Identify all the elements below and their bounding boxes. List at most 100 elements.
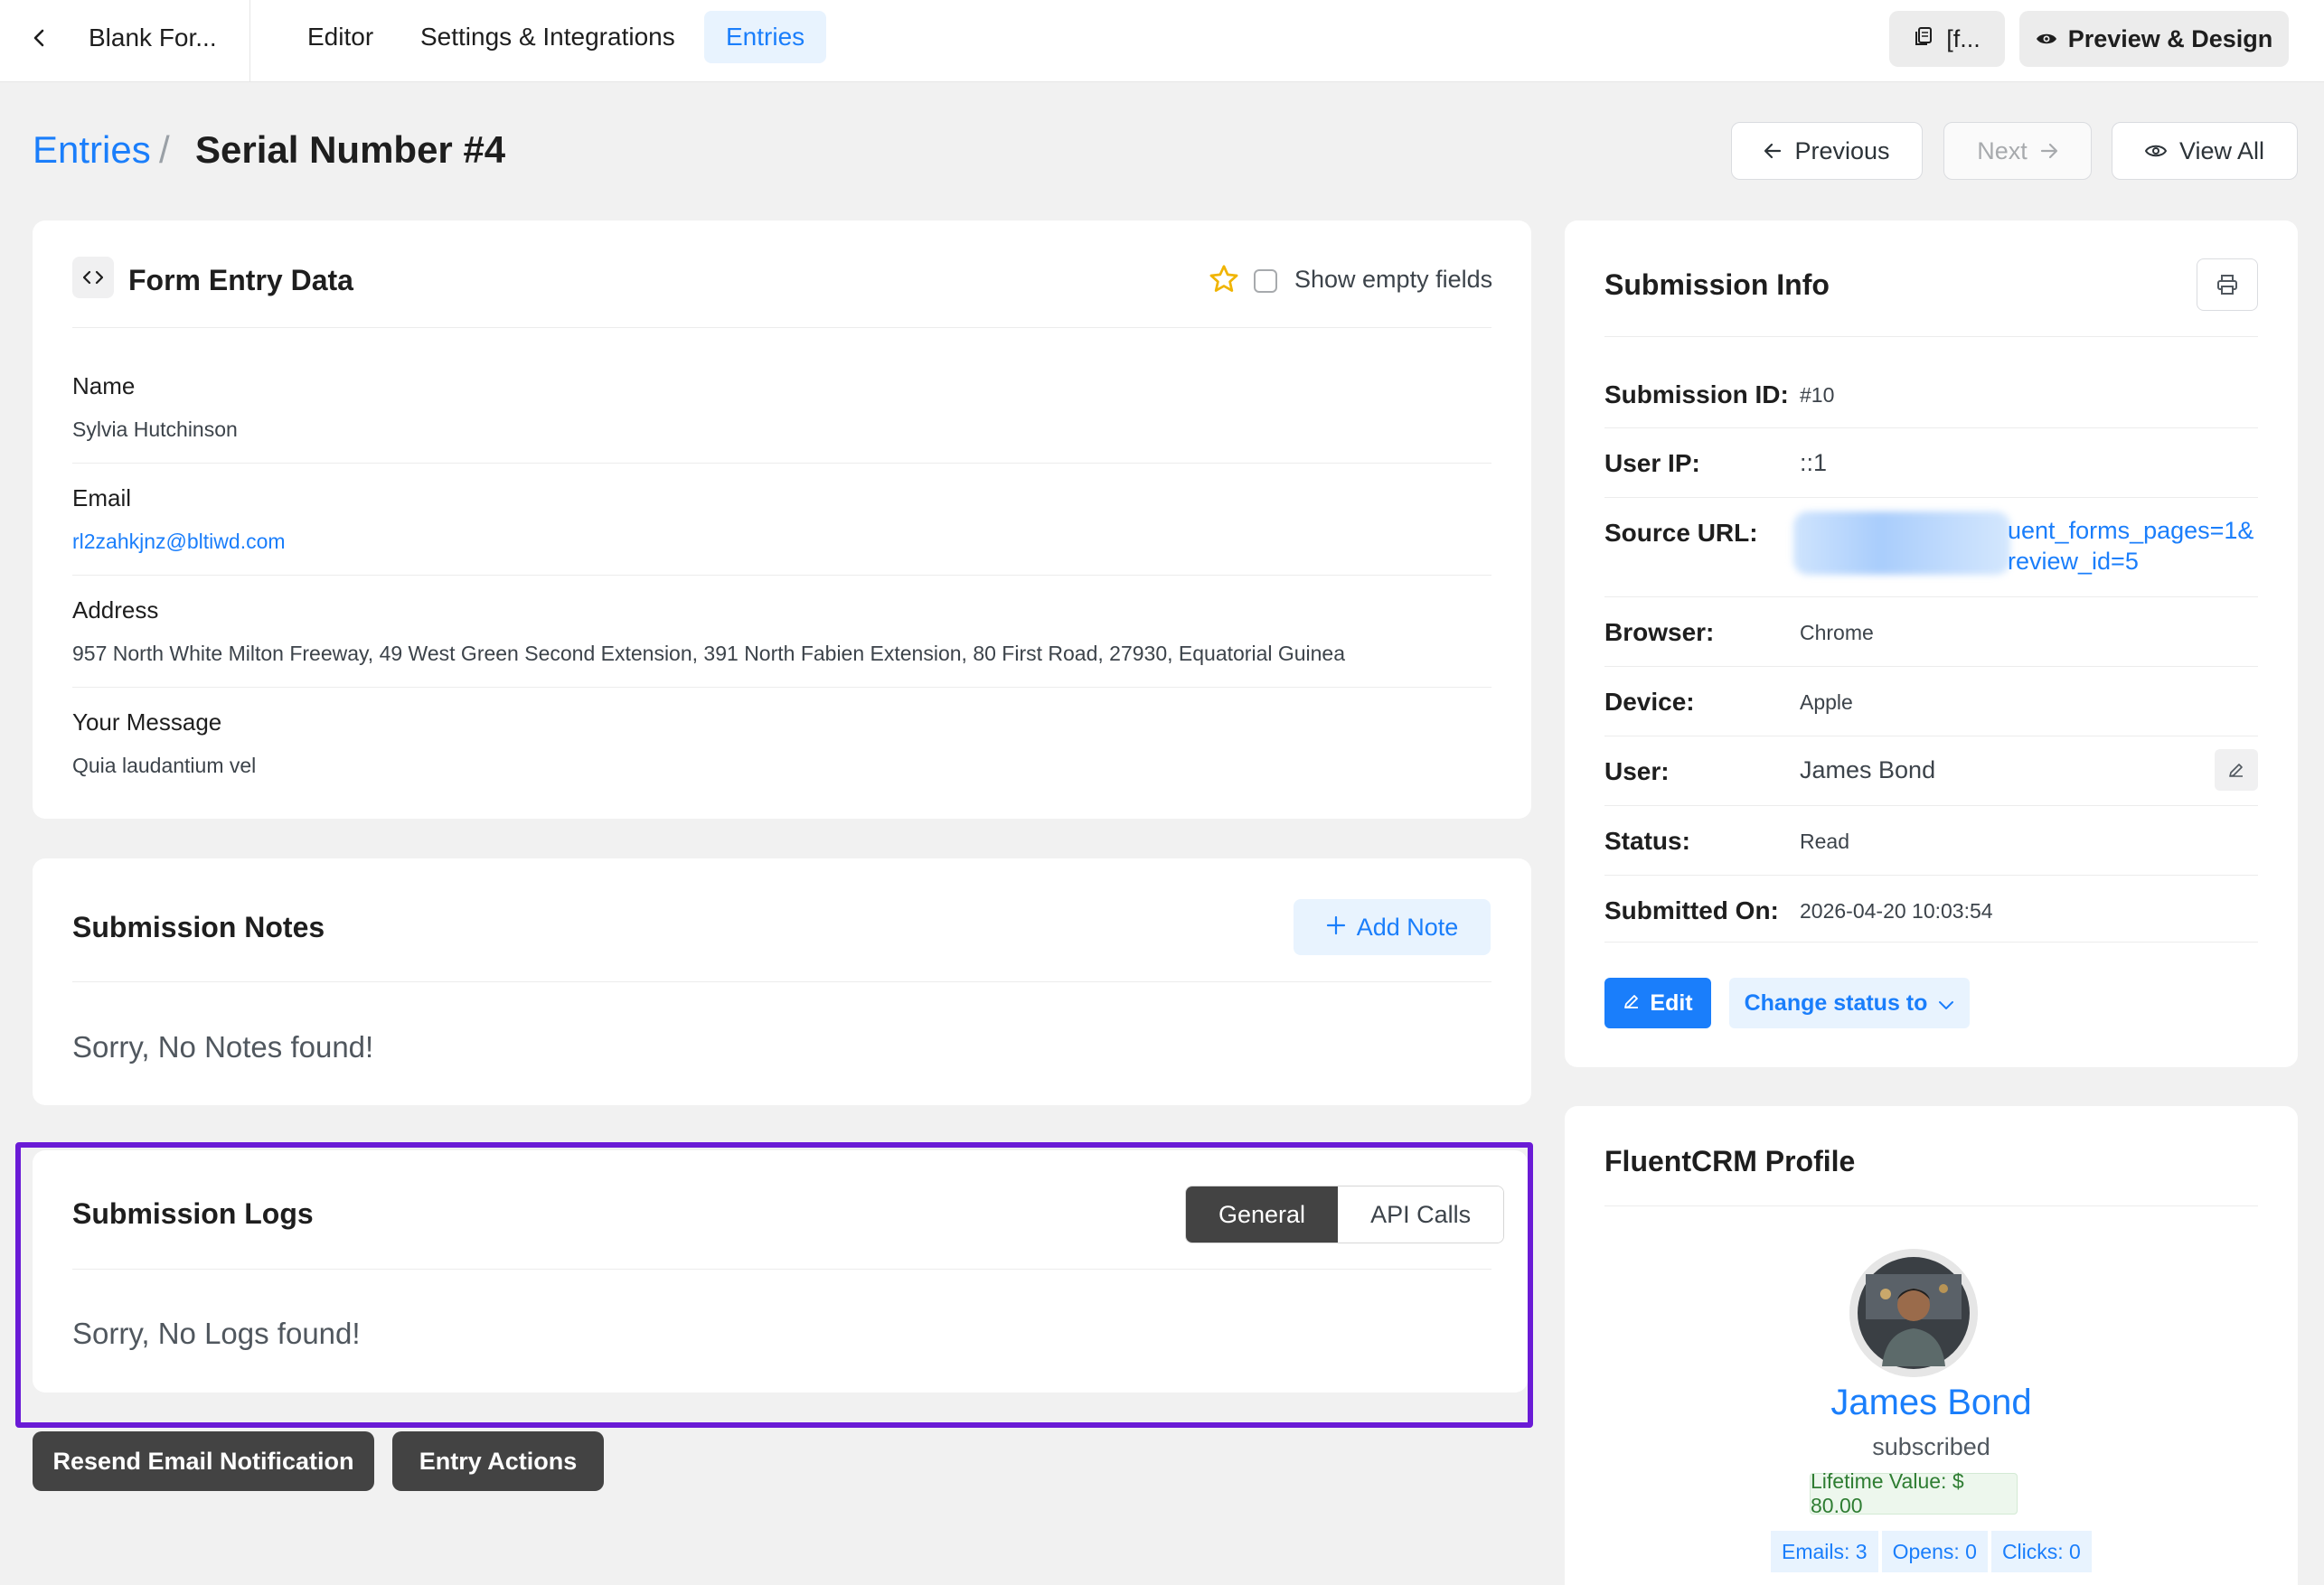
divider	[72, 575, 1491, 576]
eye-icon	[2036, 25, 2057, 53]
info-value-user-ip[interactable]: ::1	[1800, 449, 1827, 477]
print-icon[interactable]	[2197, 258, 2258, 311]
show-empty-fields-checkbox[interactable]	[1254, 269, 1277, 293]
submission-notes-title: Submission Notes	[72, 911, 325, 943]
info-value-submission-id: #10	[1800, 383, 1835, 407]
previous-label: Previous	[1794, 136, 1890, 164]
divider	[1604, 427, 2258, 428]
field-label-email: Email	[72, 484, 132, 511]
top-bar: Blank For... Editor Settings & Integrati…	[0, 0, 2324, 82]
info-label-source-url: Source URL:	[1604, 519, 1758, 547]
form-entry-title: Form Entry Data	[128, 264, 353, 296]
preview-design-button[interactable]: Preview & Design	[2019, 11, 2289, 67]
tab-general[interactable]: General	[1186, 1186, 1339, 1243]
page-title: Serial Number #4	[195, 128, 506, 171]
field-value-address: 957 North White Milton Freeway, 49 West …	[72, 642, 1346, 665]
breadcrumb-separator: /	[159, 128, 170, 171]
divider	[1604, 666, 2258, 667]
crm-stats: Emails: 3 Opens: 0 Clicks: 0	[1771, 1531, 2092, 1572]
divider	[1604, 805, 2258, 806]
back-arrow-icon[interactable]	[20, 18, 60, 58]
submission-logs-title: Submission Logs	[72, 1197, 314, 1230]
view-all-label: View All	[2178, 136, 2265, 164]
change-status-dropdown[interactable]: Change status to	[1729, 978, 1970, 1028]
tab-entries[interactable]: Entries	[704, 11, 827, 63]
eye-icon	[2144, 137, 2168, 165]
code-icon	[72, 257, 114, 298]
arrow-right-icon	[2040, 137, 2058, 165]
resend-email-button[interactable]: Resend Email Notification	[33, 1431, 374, 1491]
avatar	[1849, 1249, 1978, 1377]
blurred-url	[1793, 511, 2010, 575]
edit-label: Edit	[1650, 989, 1693, 1016]
field-value-name: Sylvia Hutchinson	[72, 417, 238, 441]
add-note-label: Add Note	[1356, 913, 1459, 941]
pencil-icon	[1623, 990, 1641, 1017]
clicks-stat: Clicks: 0	[1990, 1531, 2092, 1572]
edit-user-pencil-icon[interactable]	[2215, 749, 2258, 791]
next-button[interactable]: Next	[1943, 122, 2092, 180]
divider	[1604, 875, 2258, 876]
source-url-line-1[interactable]: uent_forms_pages=1&	[2008, 517, 2253, 545]
opens-stat: Opens: 0	[1881, 1531, 1988, 1572]
breadcrumb-entries-link[interactable]: Entries	[33, 128, 151, 172]
view-all-button[interactable]: View All	[2112, 122, 2298, 180]
logs-tab-group: General API Calls	[1185, 1186, 1505, 1243]
source-url-line-2[interactable]: review_id=5	[2008, 548, 2139, 576]
divider	[72, 981, 1491, 982]
chevron-down-icon	[1938, 990, 1954, 1017]
divider	[1604, 942, 2258, 943]
form-entry-card	[33, 220, 1531, 819]
info-label-submission-id: Submission ID:	[1604, 380, 1789, 408]
submission-info-title: Submission Info	[1604, 268, 1830, 301]
star-icon[interactable]	[1208, 263, 1240, 295]
divider	[1604, 497, 2258, 498]
copy-icon	[1914, 25, 1935, 53]
plus-icon	[1326, 914, 1346, 942]
add-note-button[interactable]: Add Note	[1294, 899, 1491, 955]
divider	[72, 1269, 1491, 1270]
divider	[72, 327, 1491, 328]
divider	[1604, 596, 2258, 597]
divider	[72, 687, 1491, 688]
edit-button[interactable]: Edit	[1604, 978, 1711, 1028]
divider	[1604, 1205, 2258, 1206]
show-empty-fields-label: Show empty fields	[1294, 266, 1493, 293]
divider	[72, 463, 1491, 464]
logs-empty-message: Sorry, No Logs found!	[72, 1317, 361, 1350]
tab-editor[interactable]: Editor	[286, 11, 395, 63]
emails-stat: Emails: 3	[1771, 1531, 1878, 1572]
info-value-browser: Chrome	[1800, 621, 1874, 644]
divider	[249, 0, 250, 81]
crm-contact-name-link[interactable]: James Bond	[1604, 1383, 2258, 1423]
shortcode-label: [f...	[1946, 24, 1981, 52]
info-label-user-ip: User IP:	[1604, 449, 1700, 477]
info-value-device: Apple	[1800, 690, 1853, 714]
field-value-email-link[interactable]: rl2zahkjnz@bltiwd.com	[72, 530, 286, 554]
info-value-submitted-on: 2026-04-20 10:03:54	[1800, 899, 1993, 923]
info-value-user-link[interactable]: James Bond	[1800, 756, 1935, 784]
field-label-address: Address	[72, 596, 159, 624]
info-value-status: Read	[1800, 830, 1849, 853]
info-label-status: Status:	[1604, 827, 1690, 855]
crm-subscription-status: subscribed	[1872, 1433, 1990, 1460]
fluentcrm-profile-title: FluentCRM Profile	[1604, 1145, 1856, 1177]
notes-empty-message: Sorry, No Notes found!	[72, 1030, 374, 1064]
form-title: Blank For...	[89, 23, 217, 52]
info-label-user: User:	[1604, 757, 1670, 785]
shortcode-button[interactable]: [f...	[1889, 11, 2005, 67]
tab-settings-integrations[interactable]: Settings & Integrations	[399, 11, 697, 63]
tab-api-calls[interactable]: API Calls	[1338, 1186, 1504, 1243]
lifetime-value-badge: Lifetime Value: $ 80.00	[1810, 1469, 2018, 1517]
field-label-message: Your Message	[72, 708, 222, 736]
next-label: Next	[1977, 136, 2028, 164]
arrow-left-icon	[1764, 137, 1782, 165]
info-label-submitted-on: Submitted On:	[1604, 896, 1779, 924]
entry-actions-button[interactable]: Entry Actions	[392, 1431, 604, 1491]
field-label-name: Name	[72, 372, 136, 399]
change-status-label: Change status to	[1744, 989, 1928, 1016]
divider	[1604, 336, 2258, 337]
preview-label: Preview & Design	[2067, 24, 2273, 52]
previous-button[interactable]: Previous	[1731, 122, 1923, 180]
info-label-device: Device:	[1604, 688, 1695, 716]
